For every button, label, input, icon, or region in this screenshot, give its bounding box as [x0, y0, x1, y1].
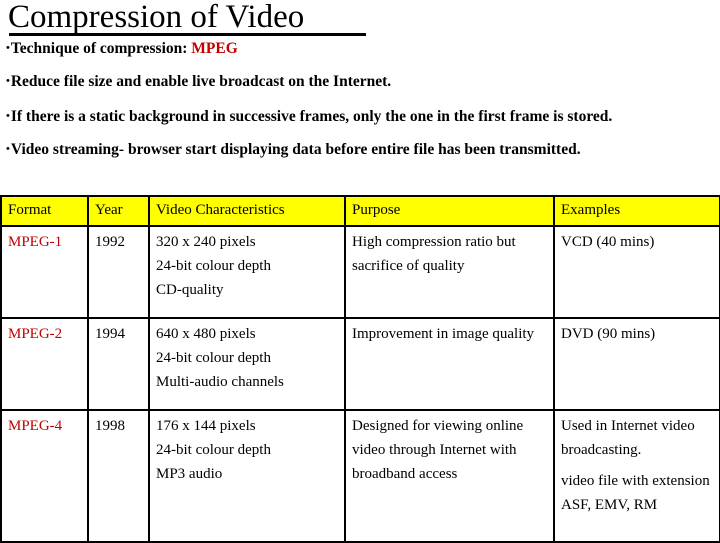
purpose-paragraph: Improvement in image quality [352, 326, 535, 342]
cell-year-mpeg1: 1992 [87, 225, 150, 319]
characteristic-line: 640 x 480 pixels [156, 326, 256, 342]
table-row: MPEG-1 1992 320 x 240 pixels 24-bit colo… [0, 225, 720, 319]
cell-format-mpeg4: MPEG-4 [0, 409, 89, 543]
example-paragraph: video file with extension ASF, EMV, RM [561, 473, 710, 513]
characteristic-line: CD-quality [156, 282, 224, 298]
table-row: MPEG-4 1998 176 x 144 pixels 24-bit colo… [0, 409, 720, 543]
bullet-item-1: •Technique of compression: MPEG [6, 39, 712, 58]
cell-characteristics-mpeg2: 640 x 480 pixels 24-bit colour depth Mul… [148, 317, 346, 411]
bullet-text-2: Reduce file size and enable live broadca… [10, 73, 392, 90]
purpose-paragraph: Designed for viewing online video throug… [352, 418, 524, 482]
bullet-item-4: •Video streaming- browser start displayi… [6, 140, 712, 159]
characteristic-line: 320 x 240 pixels [156, 234, 256, 250]
cell-examples-mpeg1: VCD (40 mins) [553, 225, 720, 319]
cell-year-mpeg4: 1998 [87, 409, 150, 543]
column-header-format: Format [0, 195, 89, 227]
example-paragraph: DVD (90 mins) [561, 326, 656, 342]
example-paragraph: Used in Internet video broadcasting. [561, 418, 695, 458]
page-title: Compression of Video [8, 0, 305, 35]
cell-examples-mpeg2: DVD (90 mins) [553, 317, 720, 411]
bullet-text-4: Video streaming- browser start displayin… [10, 141, 581, 158]
bullet-highlight-mpeg: MPEG [191, 40, 238, 57]
cell-purpose-mpeg2: Improvement in image quality [344, 317, 555, 411]
mpeg-comparison-table-wrapper: Format Year Video Characteristics Purpos… [0, 195, 720, 543]
characteristic-line: Multi-audio channels [156, 374, 284, 390]
column-header-video-characteristics: Video Characteristics [148, 195, 346, 227]
cell-characteristics-mpeg1: 320 x 240 pixels 24-bit colour depth CD-… [148, 225, 346, 319]
column-header-purpose: Purpose [344, 195, 555, 227]
column-header-year: Year [87, 195, 150, 227]
cell-year-mpeg2: 1994 [87, 317, 150, 411]
bullet-item-3: •If there is a static background in succ… [6, 107, 712, 126]
example-paragraph: VCD (40 mins) [561, 234, 655, 250]
table-header-row: Format Year Video Characteristics Purpos… [0, 195, 720, 227]
characteristic-line: 24-bit colour depth [156, 258, 271, 274]
cell-format-mpeg2: MPEG-2 [0, 317, 89, 411]
cell-examples-mpeg4: Used in Internet video broadcasting. vid… [553, 409, 720, 543]
slide: Compression of Video •Technique of compr… [0, 0, 720, 543]
characteristic-line: MP3 audio [156, 466, 223, 482]
table-row: MPEG-2 1994 640 x 480 pixels 24-bit colo… [0, 317, 720, 411]
purpose-paragraph: High compression ratio but sacrifice of … [352, 234, 516, 274]
bullet-text-1: Technique of compression: [10, 40, 192, 57]
cell-format-mpeg1: MPEG-1 [0, 225, 89, 319]
column-header-examples: Examples [553, 195, 720, 227]
characteristic-line: 24-bit colour depth [156, 442, 271, 458]
cell-purpose-mpeg4: Designed for viewing online video throug… [344, 409, 555, 543]
bullet-text-3: If there is a static background in succe… [10, 108, 613, 125]
cell-purpose-mpeg1: High compression ratio but sacrifice of … [344, 225, 555, 319]
bullet-item-2: •Reduce file size and enable live broadc… [6, 72, 712, 91]
title-underline [9, 33, 366, 36]
cell-characteristics-mpeg4: 176 x 144 pixels 24-bit colour depth MP3… [148, 409, 346, 543]
mpeg-comparison-table: Format Year Video Characteristics Purpos… [0, 195, 720, 543]
characteristic-line: 176 x 144 pixels [156, 418, 256, 434]
characteristic-line: 24-bit colour depth [156, 350, 271, 366]
bullet-list: •Technique of compression: MPEG •Reduce … [6, 39, 712, 159]
